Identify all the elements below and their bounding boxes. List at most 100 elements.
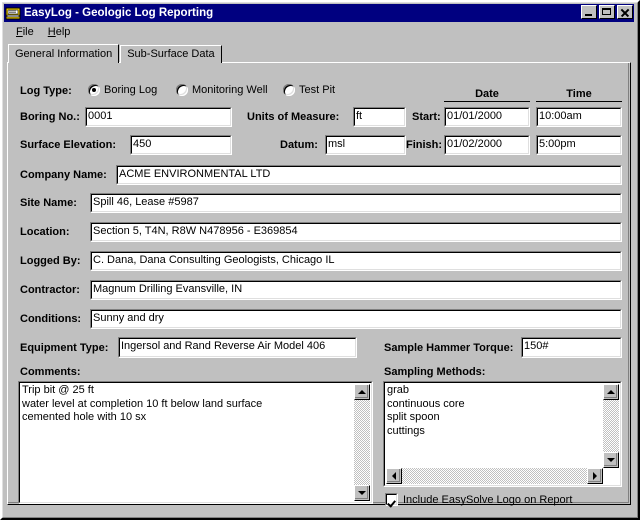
sample-hammer-torque-input[interactable]: 150#	[521, 337, 622, 358]
datum-value: msl	[328, 138, 346, 150]
conditions-value: Sunny and dry	[93, 312, 164, 324]
units-of-measure-input[interactable]: ft	[353, 107, 406, 127]
menu-bar: File Help	[4, 23, 634, 41]
menu-file-rest: ile	[22, 26, 34, 38]
radio-test-pit-icon	[283, 84, 295, 96]
tab-panel-general-information: Log Type: Boring Log Monitoring Well Tes…	[7, 62, 631, 506]
menu-item-help[interactable]: Help	[41, 25, 78, 39]
radio-boring-log-icon	[88, 84, 100, 96]
close-button[interactable]	[617, 5, 633, 19]
radio-monitoring-well-icon	[176, 84, 188, 96]
sampling-methods-label: Sampling Methods:	[384, 366, 486, 378]
site-name-input[interactable]: Spill 46, Lease #5987	[90, 193, 622, 213]
tab-general-information[interactable]: General Information	[8, 44, 120, 63]
maximize-button[interactable]	[599, 5, 615, 19]
datum-input[interactable]: msl	[325, 135, 406, 155]
start-date-input[interactable]: 01/01/2000	[444, 107, 530, 127]
equipment-type-label: Equipment Type:	[20, 342, 109, 354]
scroll-down-arrow-icon	[358, 491, 366, 495]
company-name-value: ACME ENVIRONMENTAL LTD	[119, 168, 271, 180]
tab-strip: General Information Sub-Surface Data	[8, 44, 222, 63]
window-title: EasyLog - Geologic Log Reporting	[24, 7, 214, 19]
application-window: EasyLog - Geologic Log Reporting File He…	[0, 0, 640, 520]
units-of-measure-label: Units of Measure:	[247, 111, 340, 123]
sample-hammer-torque-value: 150#	[524, 340, 549, 352]
finish-time-input[interactable]: 5:00pm	[536, 135, 622, 155]
comments-scrollbar-vertical[interactable]	[354, 384, 370, 501]
finish-date-input[interactable]: 01/02/2000	[444, 135, 530, 155]
sampling-methods-scroll-down-button[interactable]	[603, 452, 619, 468]
radio-test-pit-label: Test Pit	[299, 84, 336, 96]
include-logo-checkbox[interactable]	[385, 493, 398, 506]
sampling-methods-scrollbar-vertical[interactable]	[603, 384, 619, 468]
time-column-header: Time	[536, 88, 622, 102]
company-name-input[interactable]: ACME ENVIRONMENTAL LTD	[116, 165, 622, 185]
tab-sub-surface-data[interactable]: Sub-Surface Data	[120, 45, 222, 63]
scroll-left-arrow-icon	[392, 472, 396, 480]
location-input[interactable]: Section 5, T4N, R8W N478956 - E369854	[90, 222, 622, 242]
radio-boring-log[interactable]: Boring Log	[88, 84, 157, 96]
scroll-down-arrow-icon	[607, 458, 615, 462]
sampling-methods-scrollbar-horizontal[interactable]	[386, 468, 603, 484]
logged-by-input[interactable]: C. Dana, Dana Consulting Geologists, Chi…	[90, 251, 622, 271]
start-time-input[interactable]: 10:00am	[536, 107, 622, 127]
scroll-up-arrow-icon	[358, 390, 366, 394]
comments-textarea[interactable]: Trip bit @ 25 ft water level at completi…	[18, 381, 373, 504]
equipment-type-value: Ingersol and Rand Reverse Air Model 406	[121, 340, 326, 352]
boring-no-value: 0001	[88, 110, 113, 122]
menu-item-file[interactable]: File	[9, 25, 41, 39]
start-label: Start:	[412, 111, 441, 123]
comments-textarea-inner: Trip bit @ 25 ft water level at completi…	[19, 382, 372, 503]
surface-elevation-label: Surface Elevation:	[20, 139, 116, 151]
finish-date-value: 01/02/2000	[447, 138, 503, 150]
comments-label: Comments:	[20, 366, 81, 378]
units-of-measure-value: ft	[356, 110, 363, 122]
sampling-methods-scroll-up-button[interactable]	[603, 384, 619, 400]
scroll-right-arrow-icon	[593, 472, 597, 480]
conditions-input-inner	[91, 310, 621, 328]
comments-scroll-down-button[interactable]	[354, 485, 370, 501]
location-value: Section 5, T4N, R8W N478956 - E369854	[93, 225, 298, 237]
radio-monitoring-well[interactable]: Monitoring Well	[176, 84, 268, 96]
minimize-button[interactable]	[581, 5, 597, 19]
sampling-methods-scroll-right-button[interactable]	[587, 468, 603, 484]
location-label: Location:	[20, 226, 70, 238]
include-logo-checkbox-row[interactable]: Include EasySolve Logo on Report	[385, 493, 572, 506]
boring-no-input[interactable]: 0001	[85, 107, 232, 127]
radio-test-pit[interactable]: Test Pit	[283, 84, 335, 96]
boring-no-label: Boring No.:	[20, 111, 80, 123]
site-name-label: Site Name:	[20, 197, 77, 209]
site-name-value: Spill 46, Lease #5987	[93, 196, 199, 208]
conditions-label: Conditions:	[20, 313, 82, 325]
app-document-icon	[5, 6, 21, 21]
menu-help-rest: elp	[55, 26, 71, 38]
sample-hammer-torque-label: Sample Hammer Torque:	[384, 342, 514, 354]
contractor-label: Contractor:	[20, 284, 80, 296]
company-name-label: Company Name:	[20, 169, 107, 181]
surface-elevation-input[interactable]: 450	[130, 135, 232, 155]
log-type-label: Log Type:	[20, 85, 72, 97]
include-logo-label: Include EasySolve Logo on Report	[403, 493, 573, 506]
title-bar[interactable]: EasyLog - Geologic Log Reporting	[4, 4, 634, 22]
start-time-value: 10:00am	[539, 110, 582, 122]
finish-time-value: 5:00pm	[539, 138, 576, 150]
comments-text: Trip bit @ 25 ft water level at completi…	[22, 384, 263, 423]
contractor-value: Magnum Drilling Evansville, IN	[93, 283, 243, 295]
radio-monitoring-well-label: Monitoring Well	[192, 84, 268, 96]
scroll-up-arrow-icon	[607, 390, 615, 394]
sampling-methods-scroll-left-button[interactable]	[386, 468, 402, 484]
surface-elevation-value: 450	[133, 138, 152, 150]
finish-label: Finish:	[406, 139, 443, 151]
logged-by-value: C. Dana, Dana Consulting Geologists, Chi…	[93, 254, 335, 266]
contractor-input[interactable]: Magnum Drilling Evansville, IN	[90, 280, 622, 300]
start-date-value: 01/01/2000	[447, 110, 503, 122]
window-controls	[581, 5, 633, 19]
radio-boring-log-label: Boring Log	[104, 84, 158, 96]
equipment-type-input[interactable]: Ingersol and Rand Reverse Air Model 406	[118, 337, 357, 358]
conditions-input[interactable]: Sunny and dry	[90, 309, 622, 329]
sampling-methods-items: grab continuous core split spoon cutting…	[387, 384, 465, 437]
logged-by-label: Logged By:	[20, 255, 81, 267]
date-column-header: Date	[444, 88, 530, 102]
sampling-methods-listbox[interactable]: grab continuous core split spoon cutting…	[383, 381, 622, 487]
comments-scroll-up-button[interactable]	[354, 384, 370, 400]
